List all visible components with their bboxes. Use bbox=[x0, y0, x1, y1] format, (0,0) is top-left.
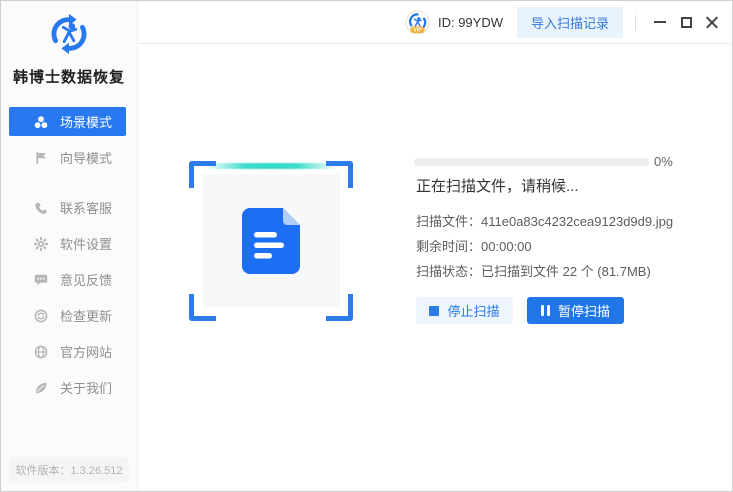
sidebar-item-label: 意见反馈 bbox=[60, 270, 112, 289]
pause-scan-button[interactable]: 暂停扫描 bbox=[527, 297, 624, 324]
bracket-corner-top-right bbox=[326, 161, 353, 188]
minimize-button[interactable] bbox=[648, 10, 672, 34]
scan-status-title: 正在扫描文件，请稍候... bbox=[416, 175, 579, 196]
about-us-leaf-icon bbox=[34, 381, 48, 395]
time-remaining-row: 剩余时间：00:00:00 bbox=[416, 236, 532, 255]
app-logo bbox=[1, 1, 137, 62]
app-title: 韩博士数据恢复 bbox=[1, 66, 137, 87]
feedback-chat-icon bbox=[34, 273, 48, 287]
stop-scan-button[interactable]: 停止扫描 bbox=[416, 297, 513, 324]
header-divider bbox=[635, 15, 636, 30]
bracket-corner-bottom-left bbox=[189, 294, 216, 321]
progress-bar bbox=[414, 158, 649, 166]
sidebar-item-label: 软件设置 bbox=[60, 234, 112, 253]
settings-gear-icon bbox=[34, 237, 48, 251]
check-update-icon bbox=[34, 309, 48, 323]
close-icon bbox=[706, 16, 719, 29]
website-globe-icon bbox=[34, 345, 48, 359]
sidebar-item-label: 官方网站 bbox=[60, 342, 112, 361]
scan-beam bbox=[205, 163, 337, 169]
maximize-button[interactable] bbox=[674, 10, 698, 34]
recovery-arrows-logo-icon bbox=[46, 11, 92, 57]
sidebar-item-label: 关于我们 bbox=[60, 378, 112, 397]
bracket-corner-top-left bbox=[189, 161, 216, 188]
sidebar-item-label: 检查更新 bbox=[60, 306, 112, 325]
scan-file-label: 扫描文件： bbox=[416, 214, 481, 229]
scan-file-value: 411e0a83c4232cea9123d9d9.jpg bbox=[481, 214, 673, 229]
version-text: 软件版本：1.3.26.512 bbox=[16, 462, 123, 478]
stop-scan-label: 停止扫描 bbox=[447, 301, 499, 320]
sidebar-item-label: 场景模式 bbox=[60, 112, 112, 131]
progress-percent: 0% bbox=[654, 154, 673, 169]
scan-state-row: 扫描状态：已扫描到文件 22 个 (81.7MB) bbox=[416, 261, 651, 280]
maximize-icon bbox=[681, 17, 692, 28]
sidebar-item-about-us[interactable]: 关于我们 bbox=[9, 373, 126, 402]
stop-icon bbox=[429, 306, 439, 316]
sidebar-menu: 场景模式 向导模式 联系客服 bbox=[1, 107, 137, 402]
version-badge: 软件版本：1.3.26.512 bbox=[9, 457, 129, 483]
sidebar: 韩博士数据恢复 场景模式 向导模式 联系客服 bbox=[1, 1, 138, 491]
sidebar-item-scene-mode[interactable]: 场景模式 bbox=[9, 107, 126, 136]
contact-phone-icon bbox=[34, 201, 48, 215]
user-id: ID: 99YDW bbox=[438, 15, 503, 30]
sidebar-item-label: 向导模式 bbox=[60, 148, 112, 167]
scan-state-value: 已扫描到文件 22 个 (81.7MB) bbox=[481, 264, 651, 279]
vip-avatar-icon[interactable]: VIP bbox=[405, 10, 430, 35]
main-content: 0% 正在扫描文件，请稍候... 扫描文件：411e0a83c4232cea91… bbox=[138, 44, 732, 491]
title-bar: VIP ID: 99YDW 导入扫描记录 bbox=[138, 1, 732, 44]
sidebar-item-official-website[interactable]: 官方网站 bbox=[9, 337, 126, 366]
scan-buttons: 停止扫描 暂停扫描 bbox=[416, 297, 624, 324]
scan-state-label: 扫描状态： bbox=[416, 264, 481, 279]
sidebar-item-feedback[interactable]: 意见反馈 bbox=[9, 265, 126, 294]
import-scan-record-button[interactable]: 导入扫描记录 bbox=[517, 7, 623, 38]
pause-icon bbox=[541, 305, 550, 316]
sidebar-item-contact-support[interactable]: 联系客服 bbox=[9, 193, 126, 222]
sidebar-item-wizard-mode[interactable]: 向导模式 bbox=[9, 143, 126, 172]
close-button[interactable] bbox=[700, 10, 724, 34]
progress-row: 0% bbox=[414, 154, 673, 169]
sidebar-item-label: 联系客服 bbox=[60, 198, 112, 217]
pause-scan-label: 暂停扫描 bbox=[558, 301, 610, 320]
time-remaining-value: 00:00:00 bbox=[481, 239, 532, 254]
sidebar-item-check-update[interactable]: 检查更新 bbox=[9, 301, 126, 330]
scan-animation bbox=[189, 161, 353, 321]
scene-mode-icon bbox=[34, 115, 48, 129]
bracket-corner-bottom-right bbox=[326, 294, 353, 321]
document-file-icon bbox=[242, 208, 300, 274]
sidebar-item-settings[interactable]: 软件设置 bbox=[9, 229, 126, 258]
minimize-icon bbox=[654, 21, 666, 23]
app-window: 韩博士数据恢复 场景模式 向导模式 联系客服 bbox=[0, 0, 733, 492]
menu-group-divider bbox=[1, 179, 137, 193]
time-remaining-label: 剩余时间： bbox=[416, 239, 481, 254]
scan-file-row: 扫描文件：411e0a83c4232cea9123d9d9.jpg bbox=[416, 211, 673, 230]
vip-badge-text: VIP bbox=[413, 27, 422, 33]
wizard-flag-icon bbox=[34, 151, 48, 165]
